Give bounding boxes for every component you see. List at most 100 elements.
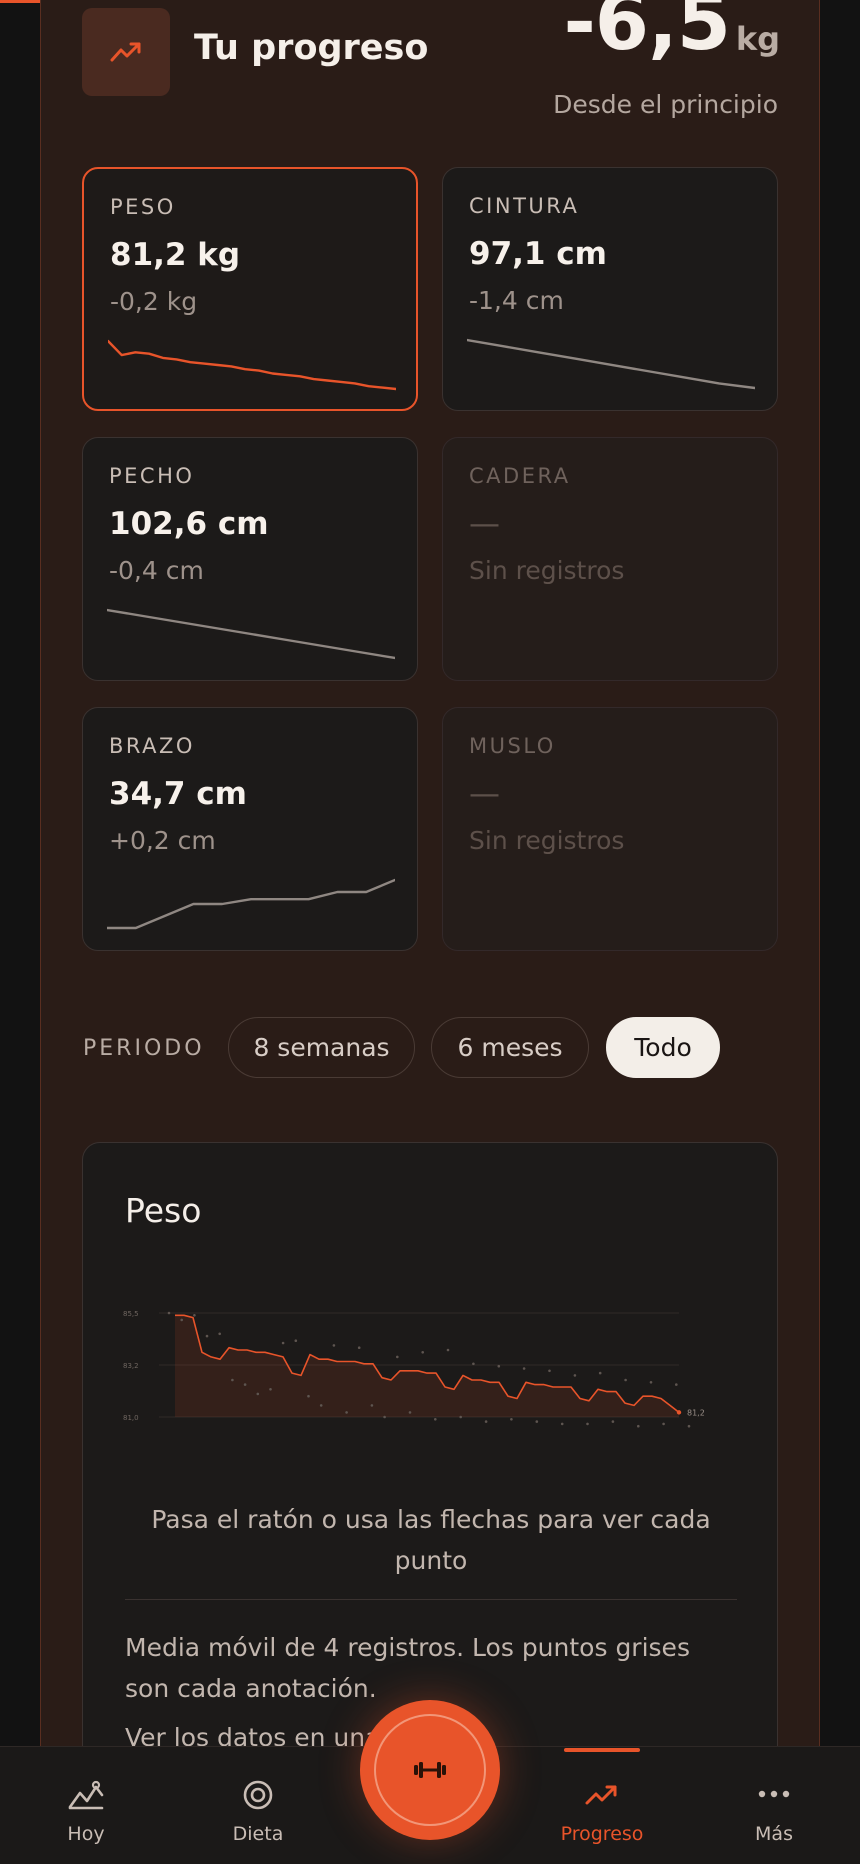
metric-delta: -0,2 kg: [110, 287, 198, 316]
period-option-8-semanas[interactable]: 8 semanas: [228, 1017, 415, 1078]
total-weight-change: -6,5: [563, 0, 731, 68]
more-dots-icon: [758, 1790, 790, 1798]
chart-point[interactable]: [307, 1394, 310, 1398]
period-option-todo[interactable]: Todo: [606, 1017, 720, 1078]
chart-area: [175, 1315, 679, 1417]
chart-point[interactable]: [243, 1383, 247, 1386]
chart-point[interactable]: [332, 1344, 336, 1347]
metric-card-muslo[interactable]: MUSLO — Sin registros: [442, 707, 778, 951]
metric-delta: -0,4 cm: [109, 556, 204, 585]
chart-point[interactable]: [497, 1364, 501, 1368]
chart-point[interactable]: [421, 1351, 425, 1354]
chart-point[interactable]: [637, 1424, 640, 1428]
chart-hint: Pasa el ratón o usa las flechas para ver…: [151, 1505, 711, 1575]
sparkline-peso: [108, 339, 396, 391]
sparkline-path: [108, 339, 396, 391]
chart-point[interactable]: [510, 1418, 513, 1421]
chart-point[interactable]: [611, 1420, 615, 1423]
metric-empty-text: Sin registros: [469, 556, 625, 585]
sparkline-path: [107, 608, 395, 660]
sparkline-path: [467, 338, 755, 390]
chart-point[interactable]: [446, 1348, 450, 1352]
chart-point[interactable]: [675, 1383, 678, 1386]
chart-point[interactable]: [649, 1381, 653, 1384]
chart-title: Peso: [125, 1191, 202, 1230]
metric-label: CINTURA: [469, 194, 580, 218]
metric-label: MUSLO: [469, 734, 556, 758]
total-weight-unit: kg: [735, 20, 780, 58]
chart-point[interactable]: [522, 1367, 526, 1370]
target-icon: [243, 1780, 273, 1810]
sparkline-brazo: [107, 878, 395, 930]
chart-point[interactable]: [434, 1418, 437, 1421]
since-label: Desde el principio: [553, 90, 778, 119]
chart-point[interactable]: [586, 1422, 589, 1426]
metric-value: 102,6 cm: [109, 506, 269, 542]
metric-card-cadera[interactable]: CADERA — Sin registros: [442, 437, 778, 681]
chart-point[interactable]: [598, 1371, 602, 1375]
active-tab-indicator: [564, 1748, 640, 1752]
chart-point[interactable]: [573, 1374, 577, 1377]
dumbbell-icon: [414, 1762, 446, 1778]
chart-point[interactable]: [281, 1341, 285, 1345]
chart-point[interactable]: [535, 1420, 539, 1423]
metric-card-pecho[interactable]: PECHO 102,6 cm -0,4 cm: [82, 437, 418, 681]
chart-point[interactable]: [560, 1422, 564, 1426]
metric-label: PESO: [110, 195, 176, 219]
sparkline-pecho: [107, 608, 395, 660]
chart-point[interactable]: [357, 1346, 361, 1349]
metric-value: 97,1 cm: [469, 236, 607, 272]
metric-label: PECHO: [109, 464, 195, 488]
chart-last-point[interactable]: [676, 1410, 682, 1415]
chart-point[interactable]: [383, 1415, 386, 1419]
period-option-6-meses[interactable]: 6 meses: [431, 1017, 589, 1078]
chart-end-label: 81,2: [687, 1408, 705, 1417]
workout-fab-button[interactable]: [360, 1700, 500, 1840]
chart-point[interactable]: [256, 1392, 260, 1396]
nav-label: Hoy: [67, 1823, 105, 1845]
chart-point[interactable]: [345, 1411, 348, 1414]
metric-empty-text: Sin registros: [469, 826, 625, 855]
y-tick-label: 85,5: [123, 1310, 139, 1318]
trend-up-icon: [585, 1785, 617, 1805]
metric-card-cintura[interactable]: CINTURA 97,1 cm -1,4 cm: [442, 167, 778, 411]
chart-point[interactable]: [180, 1318, 183, 1322]
chart-point[interactable]: [231, 1378, 234, 1382]
chart-point[interactable]: [624, 1378, 627, 1382]
chart-point[interactable]: [472, 1362, 475, 1366]
nav-label: Más: [755, 1823, 793, 1845]
metric-value: —: [469, 776, 500, 812]
metric-label: BRAZO: [109, 734, 195, 758]
chart-point[interactable]: [396, 1355, 399, 1359]
chart-note: Media móvil de 4 registros. Los puntos g…: [125, 1633, 690, 1703]
metric-delta: +0,2 cm: [109, 826, 216, 855]
trend-up-icon: [82, 8, 170, 96]
chart-point[interactable]: [484, 1420, 488, 1423]
chart-point[interactable]: [370, 1404, 374, 1407]
nav-item-dieta[interactable]: Dieta: [188, 1747, 328, 1864]
nav-item-mas[interactable]: Más: [704, 1747, 844, 1864]
chart-point[interactable]: [218, 1332, 221, 1336]
metric-value: —: [469, 506, 500, 542]
chart-point[interactable]: [687, 1424, 691, 1428]
metric-card-peso[interactable]: PESO 81,2 kg -0,2 kg: [82, 167, 418, 411]
fab-inner-ring: [374, 1714, 486, 1826]
chart-point[interactable]: [294, 1339, 298, 1342]
chart-point[interactable]: [269, 1388, 272, 1391]
metric-card-brazo[interactable]: BRAZO 34,7 cm +0,2 cm: [82, 707, 418, 951]
nav-item-progreso[interactable]: Progreso: [532, 1747, 672, 1864]
chart-point[interactable]: [408, 1411, 412, 1414]
chart-point[interactable]: [548, 1369, 551, 1373]
metric-label: CADERA: [469, 464, 571, 488]
chart-point[interactable]: [662, 1422, 665, 1426]
chart-point[interactable]: [205, 1334, 209, 1338]
metric-delta: -1,4 cm: [469, 286, 564, 315]
period-label: PERIODO: [83, 1036, 205, 1061]
chart-point[interactable]: [167, 1311, 171, 1315]
nav-item-hoy[interactable]: Hoy: [16, 1747, 156, 1864]
chart-point[interactable]: [319, 1404, 323, 1407]
sparkline-path: [107, 878, 395, 930]
chart-point[interactable]: [193, 1314, 196, 1317]
chart-point[interactable]: [459, 1415, 463, 1419]
weight-chart[interactable]: 85,5 83,2 81,0 81,2: [123, 1293, 743, 1433]
